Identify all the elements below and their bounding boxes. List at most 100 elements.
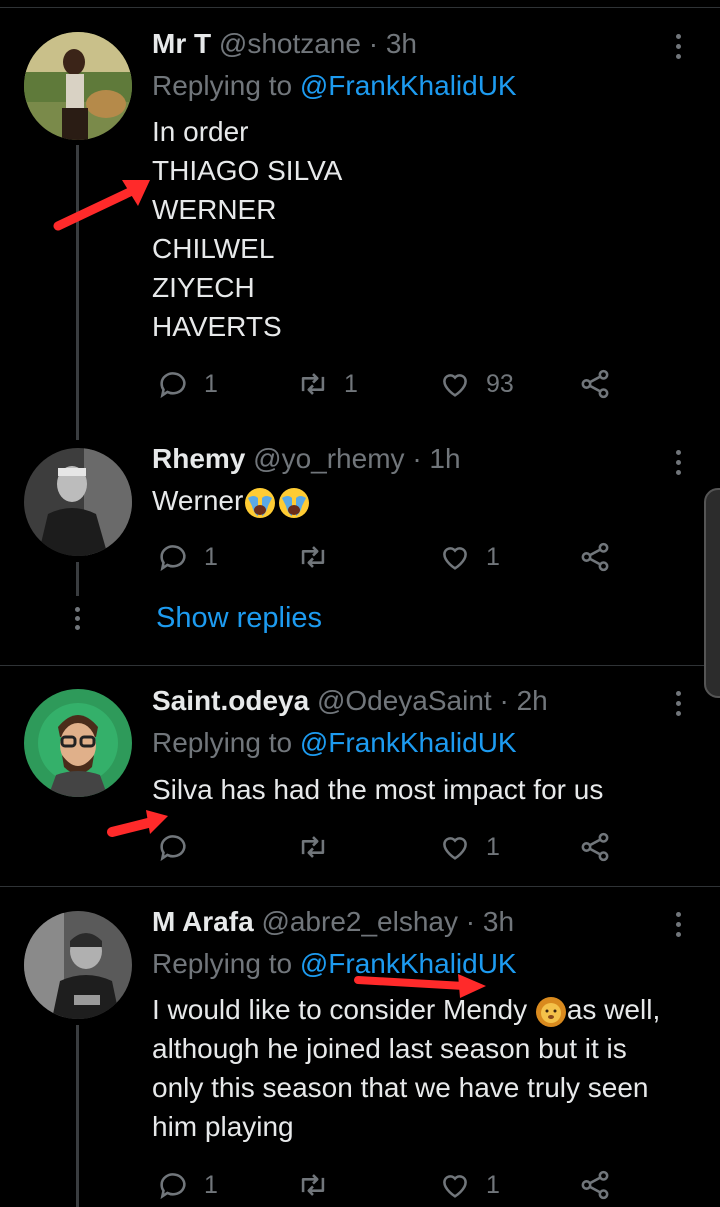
user-handle[interactable]: @OdeyaSaint	[317, 685, 492, 716]
text-line: ZIYECH	[152, 272, 255, 303]
like-button[interactable]: 93	[438, 364, 514, 404]
retweet-button[interactable]: 1	[296, 364, 358, 404]
crying-face-emoji	[279, 487, 310, 518]
user-handle[interactable]: @yo_rhemy	[253, 443, 404, 474]
text-line: CHILWEL	[152, 233, 275, 264]
lion-face-emoji	[535, 996, 566, 1027]
share-button[interactable]	[578, 827, 612, 867]
more-vertical-icon[interactable]	[668, 34, 688, 64]
heart-icon	[443, 1175, 467, 1198]
timestamp[interactable]: · 2h	[499, 685, 547, 716]
like-button[interactable]: 1	[438, 1165, 500, 1205]
share-button[interactable]	[578, 537, 612, 577]
reply-button[interactable]: 1	[156, 1165, 218, 1205]
retweet-icon	[301, 546, 325, 568]
retweet-icon	[301, 373, 325, 395]
tweet-header: M Arafa @abre2_elshay · 3h	[152, 906, 514, 938]
top-divider	[0, 7, 720, 8]
text-line: as well,	[566, 994, 661, 1025]
share-icon	[581, 369, 609, 399]
more-vertical-icon[interactable]	[668, 691, 688, 721]
tweet-actions: 1 1	[152, 537, 632, 577]
retweet-button[interactable]	[296, 537, 330, 577]
tweet-text: I would like to consider Mendy as well, …	[152, 990, 660, 1146]
avatar[interactable]	[24, 32, 132, 140]
display-name[interactable]: Rhemy	[152, 443, 245, 474]
replying-to-handle[interactable]: @FrankKhalidUK	[300, 727, 517, 758]
replying-to: Replying to @FrankKhalidUK	[152, 727, 517, 759]
share-icon	[581, 542, 609, 572]
tweet-actions: 1	[152, 827, 632, 867]
tweet-text: In order THIAGO SILVA WERNER CHILWEL ZIY…	[152, 112, 342, 346]
text-line: In order	[152, 116, 249, 147]
tweet-text: Werner	[152, 481, 311, 520]
show-replies-link[interactable]: Show replies	[156, 602, 322, 635]
annotation-arrow-icon	[354, 974, 486, 998]
heart-icon	[443, 837, 467, 860]
share-button[interactable]	[578, 364, 612, 404]
timestamp[interactable]: · 3h	[466, 906, 514, 937]
divider	[0, 665, 720, 666]
retweet-count: 1	[344, 369, 358, 398]
scrollbar-thumb[interactable]	[704, 488, 720, 698]
display-name[interactable]: M Arafa	[152, 906, 254, 937]
tweet-actions: 1 1 93	[152, 364, 632, 404]
heart-icon	[443, 374, 467, 397]
retweet-button[interactable]	[296, 1165, 330, 1205]
text-line: Werner	[152, 485, 244, 516]
tweet-header: Saint.odeya @OdeyaSaint · 2h	[152, 685, 548, 717]
like-count: 1	[486, 542, 500, 571]
replying-to-label: Replying to	[152, 70, 300, 101]
avatar[interactable]	[24, 911, 132, 1019]
heart-icon	[443, 547, 467, 570]
like-count: 1	[486, 832, 500, 861]
thread-gap-dots	[75, 607, 81, 634]
reply-icon	[160, 372, 186, 399]
retweet-icon	[301, 1174, 325, 1196]
avatar[interactable]	[24, 448, 132, 556]
reply-button[interactable]: 1	[156, 364, 218, 404]
reply-count: 1	[204, 369, 218, 398]
share-button[interactable]	[578, 1165, 612, 1205]
display-name[interactable]: Saint.odeya	[152, 685, 309, 716]
reply-icon	[160, 545, 186, 572]
reply-count: 1	[204, 542, 218, 571]
like-count: 1	[486, 1170, 500, 1199]
display-name[interactable]: Mr T	[152, 28, 211, 59]
text-line: although he joined last season but it is	[152, 1033, 627, 1064]
avatar[interactable]	[24, 689, 132, 797]
thread-line	[76, 1025, 79, 1207]
replying-to-handle[interactable]: @FrankKhalidUK	[300, 70, 517, 101]
text-line: WERNER	[152, 194, 277, 225]
user-handle[interactable]: @shotzane	[219, 28, 361, 59]
divider	[0, 886, 720, 887]
retweet-icon	[301, 836, 325, 858]
annotation-arrow-icon	[53, 180, 150, 231]
tweet-header: Mr T @shotzane · 3h	[152, 28, 417, 60]
timestamp[interactable]: · 3h	[369, 28, 417, 59]
thread-line	[76, 562, 79, 596]
timestamp[interactable]: · 1h	[412, 443, 460, 474]
text-line: only this season that we have truly seen	[152, 1072, 649, 1103]
user-handle[interactable]: @abre2_elshay	[261, 906, 458, 937]
tweet-header: Rhemy @yo_rhemy · 1h	[152, 443, 461, 475]
more-vertical-icon[interactable]	[668, 450, 688, 480]
tweet-actions: 1 1	[152, 1165, 632, 1205]
reply-icon	[160, 1173, 186, 1200]
text-line: HAVERTS	[152, 311, 282, 342]
replying-to-label: Replying to	[152, 727, 300, 758]
like-count: 93	[486, 369, 514, 398]
like-button[interactable]: 1	[438, 537, 500, 577]
tweet-text: Silva has had the most impact for us	[152, 770, 603, 809]
text-line: him playing	[152, 1111, 294, 1142]
reply-button[interactable]: 1	[156, 537, 218, 577]
annotation-arrow-icon	[107, 810, 168, 837]
text-line: Silva has had the most impact for us	[152, 774, 604, 805]
more-vertical-icon[interactable]	[668, 912, 688, 942]
reply-count: 1	[204, 1170, 218, 1199]
retweet-button[interactable]	[296, 827, 330, 867]
like-button[interactable]: 1	[438, 827, 500, 867]
share-icon	[581, 1170, 609, 1200]
text-line: THIAGO SILVA	[152, 155, 343, 186]
replying-to: Replying to @FrankKhalidUK	[152, 70, 517, 102]
